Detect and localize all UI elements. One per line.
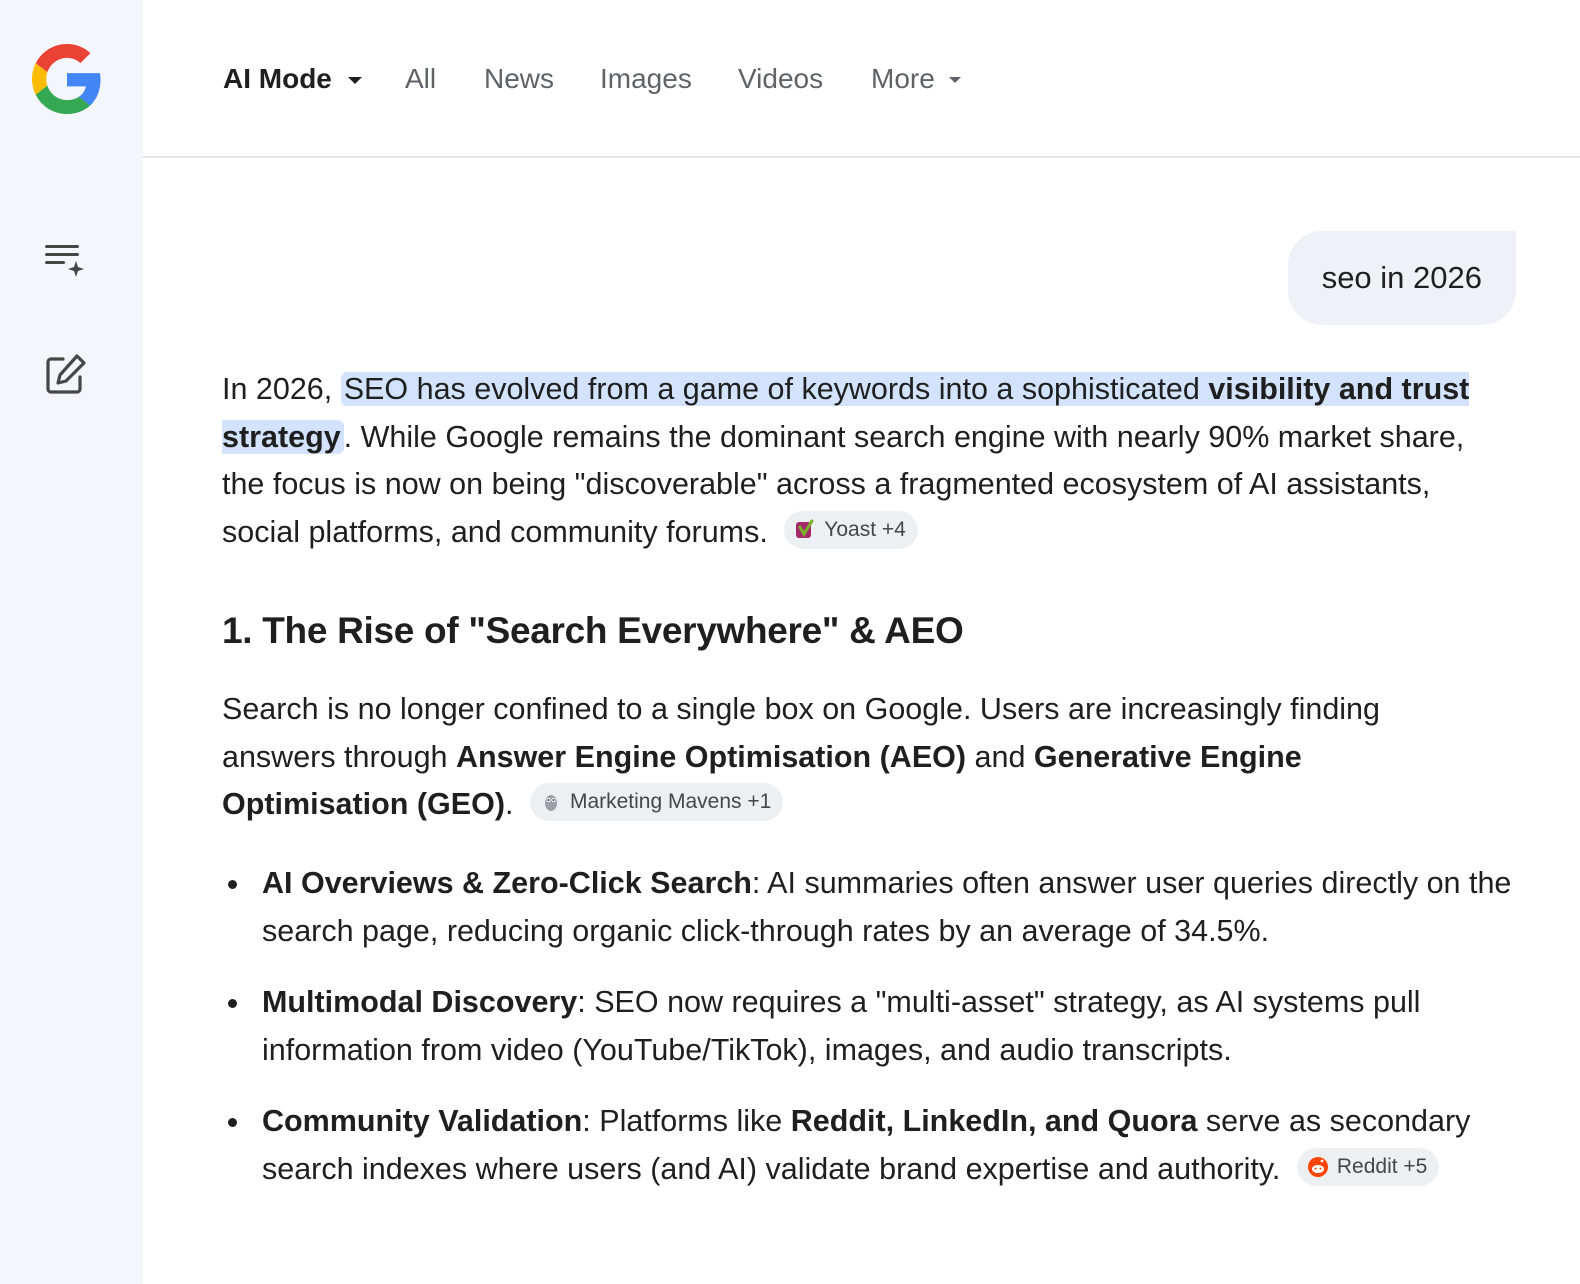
tab-news[interactable]: News <box>484 58 554 100</box>
sidebar <box>0 0 143 1284</box>
answer-intro: In 2026, SEO has evolved from a game of … <box>222 366 1512 556</box>
section-paragraph: Search is no longer confined to a single… <box>222 686 1492 829</box>
chevron-down-icon <box>347 76 362 84</box>
tab-more[interactable]: More <box>871 58 961 100</box>
yoast-icon <box>796 519 814 538</box>
source-chip-yoast[interactable]: Yoast +4 <box>784 510 918 549</box>
ai-answer: In 2026, SEO has evolved from a game of … <box>222 366 1512 1186</box>
bullet-title: Multimodal Discovery <box>262 985 578 1020</box>
search-history-button[interactable] <box>40 234 90 284</box>
source-chip-reddit[interactable]: Reddit +5 <box>1296 1147 1440 1186</box>
search-history-icon <box>45 245 84 277</box>
bold-text: Answer Engine Optimisation (AEO) <box>455 739 967 774</box>
tab-label: More <box>871 63 935 94</box>
new-chat-button[interactable] <box>40 350 90 400</box>
highlight-normal: SEO has evolved from a game of keywords … <box>343 372 1209 406</box>
list-item: Multimodal Discovery: SEO now requires a… <box>222 979 1512 1074</box>
text: and <box>966 739 1034 774</box>
bullet-title: Community Validation <box>262 1104 583 1139</box>
chevron-down-icon <box>948 77 961 83</box>
list-item: AI Overviews & Zero-Click Search: AI sum… <box>222 860 1512 955</box>
tab-label: All <box>405 63 437 94</box>
tab-images[interactable]: Images <box>600 58 692 100</box>
bullet-list: AI Overviews & Zero-Click Search: AI sum… <box>222 860 1512 1218</box>
reddit-icon <box>1307 1156 1328 1177</box>
owl-icon <box>544 795 557 812</box>
list-item: Community Validation: Platforms like Red… <box>222 1098 1512 1193</box>
chip-label: Reddit +5 <box>1336 1155 1428 1179</box>
chip-label: Yoast +4 <box>824 517 906 541</box>
bullet-text: : Platforms like <box>582 1104 791 1139</box>
google-logo[interactable] <box>32 44 102 114</box>
tab-label: News <box>484 63 555 94</box>
user-query-bubble: seo in 2026 <box>1287 231 1516 325</box>
edit-icon <box>46 354 86 394</box>
bullet-title: AI Overviews & Zero-Click Search <box>262 866 752 900</box>
tab-label: AI Mode <box>223 63 332 94</box>
tab-all[interactable]: All <box>405 58 436 100</box>
section-heading: 1. The Rise of "Search Everywhere" & AEO <box>222 610 964 651</box>
tab-label: Images <box>600 63 692 94</box>
intro-prefix: In 2026, <box>222 372 341 406</box>
chip-label: Marketing Mavens +1 <box>569 790 772 814</box>
text: . <box>504 787 514 822</box>
tab-videos[interactable]: Videos <box>738 58 823 100</box>
bold-text: Reddit, LinkedIn, and Quora <box>790 1104 1198 1139</box>
source-chip-marketing-mavens[interactable]: Marketing Mavens +1 <box>529 783 784 822</box>
top-tabs-bar: AI Mode All News Images Videos More <box>143 0 1580 158</box>
tab-label: Videos <box>738 63 824 94</box>
tab-ai-mode[interactable]: AI Mode <box>223 58 362 100</box>
